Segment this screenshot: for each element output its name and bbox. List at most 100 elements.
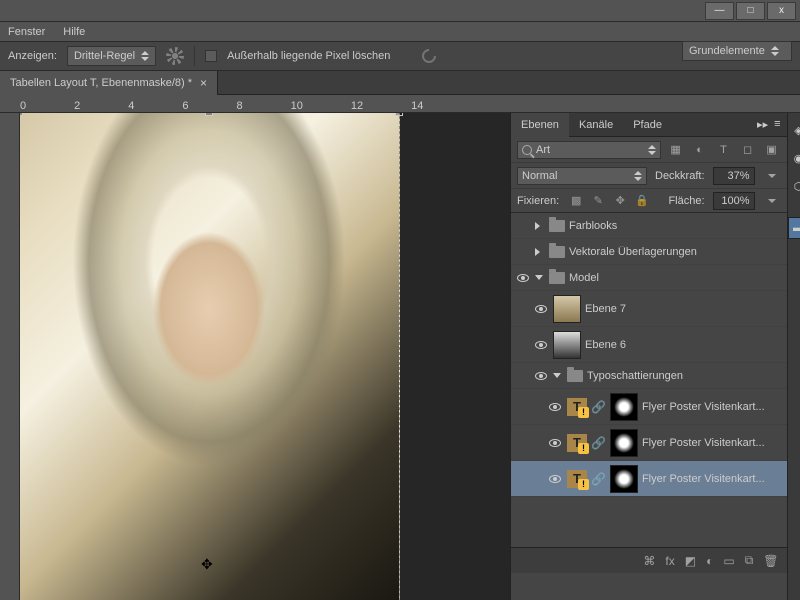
layer-flyer-1[interactable]: T! 🔗 Flyer Poster Visitenkart... — [511, 389, 787, 425]
new-group-icon[interactable]: ▭ — [723, 554, 734, 568]
filter-image-icon[interactable]: ▦ — [667, 141, 685, 159]
warning-icon: ! — [578, 479, 589, 490]
visibility-toggle[interactable] — [547, 471, 563, 487]
mask-thumbnail — [610, 465, 638, 493]
close-button[interactable]: x — [767, 2, 796, 20]
outside-pixels-label: Außerhalb liegende Pixel löschen — [227, 50, 390, 62]
lock-pixels-icon[interactable]: ✎ — [589, 193, 607, 209]
dock-channels-icon[interactable]: ◉ — [788, 147, 800, 169]
layer-group-typo[interactable]: Typoschattierungen — [511, 363, 787, 389]
opacity-scrub-icon[interactable] — [763, 167, 781, 185]
fill-scrub-icon[interactable] — [763, 192, 781, 210]
canvas-image: ✥ — [20, 113, 400, 600]
link-icon: 🔗 — [591, 400, 606, 414]
type-layer-icon: T! — [567, 398, 587, 416]
visibility-toggle[interactable] — [515, 270, 531, 286]
lock-transparency-icon[interactable]: ▩ — [567, 193, 585, 209]
reset-icon[interactable] — [420, 47, 438, 65]
warning-icon: ! — [578, 407, 589, 418]
dock-active-icon[interactable]: ▬ — [788, 217, 800, 239]
panels: Ebenen Kanäle Pfade ▸▸ ≡ Art ▦ ◐ T ◻ ▣ — [510, 113, 800, 600]
close-tab-icon[interactable]: × — [200, 76, 207, 90]
canvas[interactable]: ✥ — [20, 113, 510, 600]
blend-row: Normal Deckkraft: 37% — [511, 163, 787, 189]
layer-panel-footer: ⌘ fx ◩ ◐ ▭ ⧉ 🗑 — [511, 547, 787, 573]
lock-row: Fixieren: ▩ ✎ ✥ 🔒 Fläche: 100% — [511, 189, 787, 213]
folder-icon — [549, 246, 565, 258]
folder-icon — [567, 370, 583, 382]
filter-smart-icon[interactable]: ▣ — [763, 141, 781, 159]
adjustment-layer-icon[interactable]: ◐ — [706, 554, 713, 568]
layer-group-farblooks[interactable]: Farblooks — [511, 213, 787, 239]
layer-fx-icon[interactable]: fx — [665, 554, 674, 568]
filter-shape-icon[interactable]: ◻ — [739, 141, 757, 159]
rule-dropdown[interactable]: Drittel-Regel — [67, 46, 156, 66]
layer-flyer-2[interactable]: T! 🔗 Flyer Poster Visitenkart... — [511, 425, 787, 461]
tab-pfade[interactable]: Pfade — [623, 113, 672, 137]
layer-group-vektorale[interactable]: Vektorale Überlagerungen — [511, 239, 787, 265]
fill-label: Fläche: — [668, 195, 704, 207]
dock-layers-icon[interactable]: ◈ — [788, 119, 800, 141]
layer-ebene7[interactable]: Ebene 7 — [511, 291, 787, 327]
menu-fenster[interactable]: Fenster — [8, 26, 45, 38]
opacity-label: Deckkraft: — [655, 170, 705, 182]
disclose-icon[interactable] — [553, 373, 563, 378]
layer-ebene6[interactable]: Ebene 6 — [511, 327, 787, 363]
disclose-icon[interactable] — [535, 275, 545, 280]
mask-thumbnail — [610, 393, 638, 421]
lock-all-icon[interactable]: 🔒 — [633, 193, 651, 209]
transform-cursor-icon: ✥ — [201, 556, 213, 573]
fill-input[interactable]: 100% — [713, 192, 755, 210]
layer-list: Farblooks Vektorale Überlagerungen Model — [511, 213, 787, 547]
minimize-button[interactable]: — — [705, 2, 734, 20]
dock-paths-icon[interactable]: ⬡ — [788, 175, 800, 197]
panel-collapse-icon[interactable]: ▸▸ — [757, 118, 768, 131]
visibility-toggle[interactable] — [515, 218, 531, 234]
delete-layer-icon[interactable]: 🗑 — [763, 554, 778, 568]
layer-thumbnail — [553, 295, 581, 323]
presets-dropdown[interactable]: Grundelemente — [682, 41, 792, 61]
link-layers-icon[interactable]: ⌘ — [643, 554, 655, 568]
tab-ebenen[interactable]: Ebenen — [511, 113, 569, 137]
visibility-toggle[interactable] — [547, 399, 563, 415]
visibility-toggle[interactable] — [533, 337, 549, 353]
panel-menu-icon[interactable]: ≡ — [774, 118, 780, 131]
document-tab-bar: Tabellen Layout T, Ebenenmaske/8) * × — [0, 71, 800, 95]
search-icon — [522, 145, 532, 155]
options-bar: Anzeigen: Drittel-Regel Außerhalb liegen… — [0, 41, 800, 71]
link-icon: 🔗 — [591, 472, 606, 486]
folder-icon — [549, 220, 565, 232]
layer-group-model[interactable]: Model — [511, 265, 787, 291]
new-layer-icon[interactable]: ⧉ — [745, 553, 754, 568]
mask-thumbnail — [610, 429, 638, 457]
layer-filter-dropdown[interactable]: Art — [517, 141, 661, 159]
lock-position-icon[interactable]: ✥ — [611, 193, 629, 209]
add-mask-icon[interactable]: ◩ — [685, 554, 696, 568]
visibility-toggle[interactable] — [533, 301, 549, 317]
filter-adjust-icon[interactable]: ◐ — [691, 141, 709, 159]
anzeigen-label: Anzeigen: — [8, 50, 57, 62]
folder-icon — [549, 272, 565, 284]
layer-thumbnail — [553, 331, 581, 359]
warning-icon: ! — [578, 443, 589, 454]
disclose-icon[interactable] — [535, 248, 545, 256]
tab-kanale[interactable]: Kanäle — [569, 113, 623, 137]
panel-tabs: Ebenen Kanäle Pfade ▸▸ ≡ — [511, 113, 787, 137]
gear-icon[interactable] — [166, 47, 184, 65]
opacity-input[interactable]: 37% — [713, 167, 755, 185]
blend-mode-dropdown[interactable]: Normal — [517, 167, 647, 185]
maximize-button[interactable]: □ — [736, 2, 765, 20]
filter-type-icon[interactable]: T — [715, 141, 733, 159]
disclose-icon[interactable] — [535, 222, 545, 230]
ruler-vertical — [0, 113, 20, 600]
visibility-toggle[interactable] — [515, 244, 531, 260]
ruler-horizontal: 02468101214 — [0, 95, 800, 113]
outside-pixels-checkbox[interactable] — [205, 50, 217, 62]
layer-flyer-3[interactable]: T! 🔗 Flyer Poster Visitenkart... — [511, 461, 787, 497]
visibility-toggle[interactable] — [533, 368, 549, 384]
visibility-toggle[interactable] — [547, 435, 563, 451]
menu-hilfe[interactable]: Hilfe — [63, 26, 85, 38]
menu-bar: Fenster Hilfe — [0, 22, 800, 41]
type-layer-icon: T! — [567, 470, 587, 488]
document-tab[interactable]: Tabellen Layout T, Ebenenmaske/8) * × — [0, 71, 218, 95]
